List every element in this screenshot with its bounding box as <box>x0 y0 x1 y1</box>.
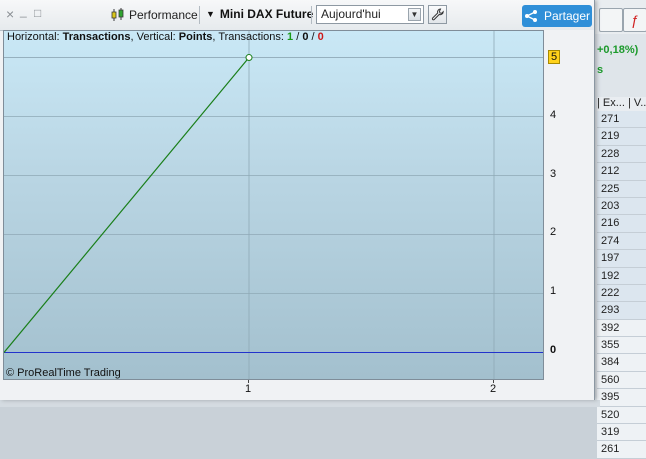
y-tick-label: 2 <box>550 226 557 239</box>
minimize-window-icon[interactable]: _ <box>20 4 27 18</box>
list-item: 384 <box>597 354 646 372</box>
y-tick-label: 3 <box>550 167 557 180</box>
list-item: 271 <box>597 111 646 129</box>
list-item: 228 <box>597 145 646 164</box>
title-sep: / <box>308 31 318 43</box>
candles-icon[interactable] <box>599 8 623 32</box>
title-prefix: Horizontal: <box>7 31 63 43</box>
window-toolbar: × _ □ Performance ▼ Mini DAX Future Aujo… <box>0 0 594 31</box>
background-status: s <box>597 64 604 76</box>
toolbar-separator <box>311 6 312 24</box>
maximize-window-icon[interactable]: □ <box>34 6 41 20</box>
wrench-icon[interactable] <box>428 5 447 24</box>
y-tick-label: 1 <box>550 285 557 298</box>
background-percent: +0,18%) <box>597 44 639 56</box>
list-item: 261 <box>597 441 646 459</box>
list-item: 203 <box>597 197 646 216</box>
share-button[interactable]: Partager <box>522 5 592 27</box>
list-item: 197 <box>597 250 646 268</box>
list-item: 192 <box>597 267 646 285</box>
copyright-text: © ProRealTime Trading <box>6 367 121 379</box>
title-mid: , Vertical: <box>130 31 179 43</box>
background-bottom-strip <box>0 400 600 407</box>
y-tick-label: 0 <box>550 344 557 357</box>
list-item: 560 <box>597 371 646 390</box>
list-item: 225 <box>597 180 646 198</box>
chart-plot-area[interactable]: Horizontal: Transactions, Vertical: Poin… <box>3 30 544 380</box>
list-item: 212 <box>597 163 646 181</box>
list-item: 392 <box>597 319 646 338</box>
title-y-name: Points <box>178 31 213 43</box>
series-end-point <box>245 54 253 62</box>
share-icon <box>524 10 537 22</box>
instrument-name: Mini DAX Future <box>219 7 314 21</box>
list-item: 216 <box>597 215 646 233</box>
list-item: 319 <box>597 424 646 442</box>
share-label: Partager <box>543 9 591 23</box>
period-value: Aujourd'hui <box>321 7 381 21</box>
y-axis[interactable]: 0 1 2 3 4 5 <box>544 30 594 380</box>
title-sep: / <box>293 31 303 43</box>
caret-down-icon: ▼ <box>206 9 215 19</box>
y-last-value-label: 5 <box>548 49 561 64</box>
list-item: 355 <box>597 337 646 355</box>
performance-window: × _ □ Performance ▼ Mini DAX Future Aujo… <box>0 0 595 400</box>
background-table-header: | Ex... | V... <box>597 97 646 112</box>
performance-button[interactable]: Performance <box>111 6 198 24</box>
performance-label: Performance <box>129 8 198 22</box>
toolbar-separator <box>199 6 200 24</box>
title-x-name: Transactions <box>62 31 131 43</box>
candlestick-icon <box>111 8 125 22</box>
period-select[interactable]: Aujourd'hui ▼ <box>316 5 424 24</box>
list-item: 520 <box>597 406 646 425</box>
function-icon[interactable]: ƒ <box>623 8 646 32</box>
chevron-down-icon[interactable]: ▼ <box>408 8 421 21</box>
series-line <box>4 57 250 353</box>
x-axis[interactable]: 12 <box>0 380 594 400</box>
x-tick-label: 1 <box>245 383 252 395</box>
y-tick-label: 4 <box>550 108 557 121</box>
title-suffix: , Transactions: <box>212 31 288 43</box>
title-losses: 0 <box>317 31 324 43</box>
x-tick-label: 2 <box>490 383 497 395</box>
list-item: 395 <box>597 389 646 407</box>
chart-title: Horizontal: Transactions, Vertical: Poin… <box>7 31 324 43</box>
list-item: 222 <box>597 284 646 303</box>
list-item: 293 <box>597 302 646 320</box>
chart-svg <box>4 31 543 379</box>
list-item: 219 <box>597 128 646 146</box>
background-app-toolbar: ƒ <box>594 0 646 34</box>
close-window-icon[interactable]: × <box>6 6 14 22</box>
list-item: 274 <box>597 232 646 251</box>
instrument-selector[interactable]: ▼ Mini DAX Future <box>206 7 313 21</box>
